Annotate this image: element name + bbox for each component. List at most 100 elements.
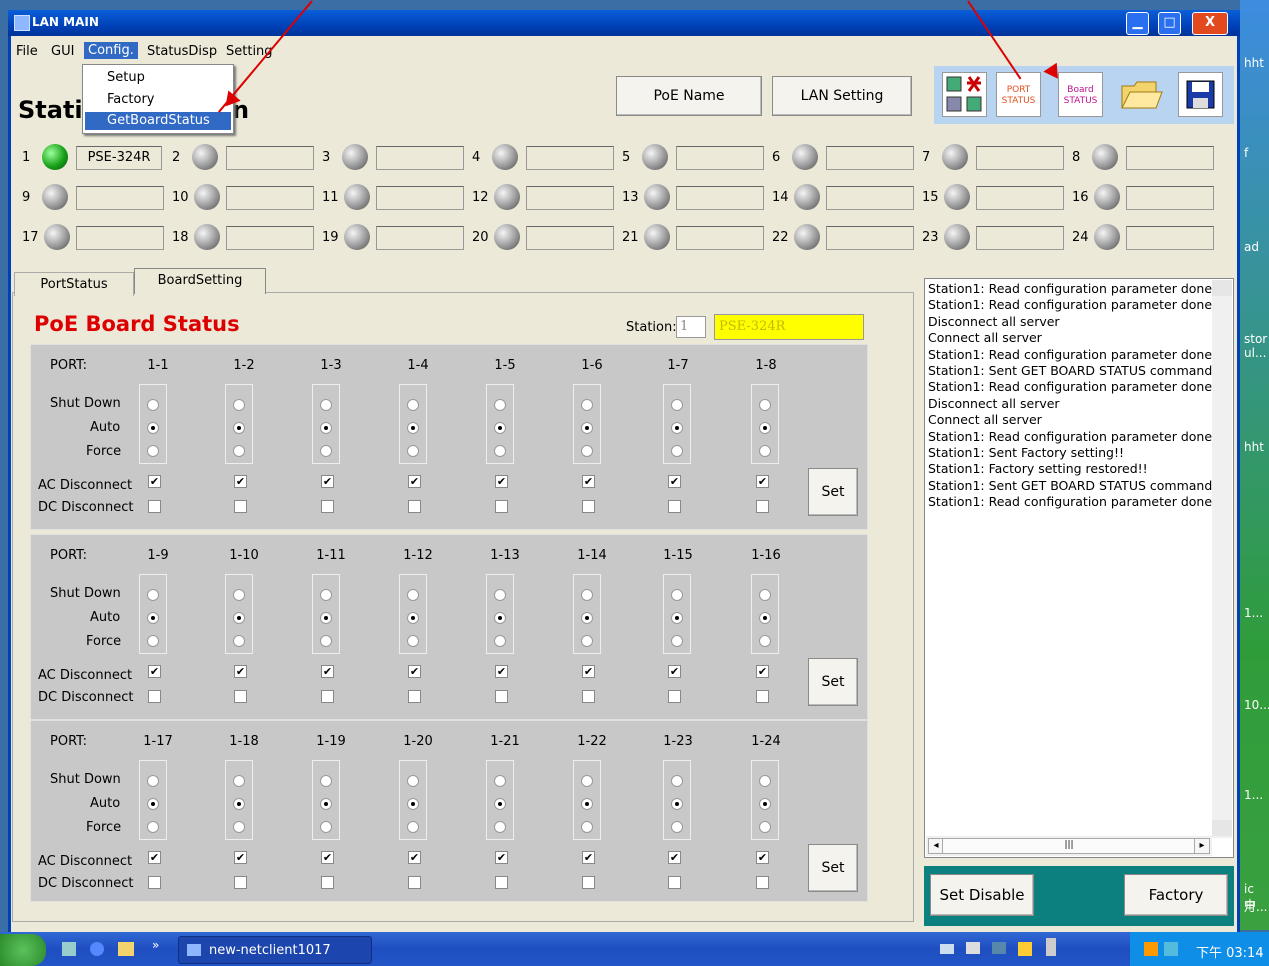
menu-item-factory[interactable]: Factory <box>107 92 155 107</box>
radio-auto[interactable] <box>320 612 332 624</box>
lan-setting-button[interactable]: LAN Setting <box>772 76 912 116</box>
radio-force[interactable] <box>671 445 683 457</box>
save-icon[interactable] <box>1178 72 1223 117</box>
set-disable-button[interactable]: Set Disable <box>930 874 1034 916</box>
station-name-box[interactable] <box>76 186 164 210</box>
station-name-box[interactable] <box>676 226 764 250</box>
radio-force[interactable] <box>320 821 332 833</box>
scroll-right-icon[interactable]: ▸ <box>1194 838 1210 854</box>
ac-disconnect-checkbox[interactable]: ✔ <box>408 851 421 864</box>
radio-force[interactable] <box>581 635 593 647</box>
radio-shut-down[interactable] <box>407 775 419 787</box>
set-button[interactable]: Set <box>808 468 858 516</box>
desktop-icon-label[interactable]: 月... <box>1244 898 1267 915</box>
radio-force[interactable] <box>581 445 593 457</box>
ac-disconnect-checkbox[interactable]: ✔ <box>234 851 247 864</box>
scroll-down-icon[interactable] <box>1212 820 1232 836</box>
ac-disconnect-checkbox[interactable]: ✔ <box>408 475 421 488</box>
menu-config[interactable]: Config. <box>84 42 138 59</box>
radio-auto[interactable] <box>494 798 506 810</box>
station-name-box[interactable] <box>226 226 314 250</box>
radio-auto[interactable] <box>671 422 683 434</box>
ac-disconnect-checkbox[interactable]: ✔ <box>756 851 769 864</box>
menu-item-getboardstatus[interactable]: GetBoardStatus <box>107 113 210 128</box>
station-name-box[interactable] <box>376 186 464 210</box>
ac-disconnect-checkbox[interactable]: ✔ <box>582 475 595 488</box>
taskbar-item[interactable]: new-netclient1017 <box>178 936 372 964</box>
dc-disconnect-checkbox[interactable] <box>495 690 508 703</box>
ac-disconnect-checkbox[interactable]: ✔ <box>495 851 508 864</box>
radio-force[interactable] <box>494 445 506 457</box>
ac-disconnect-checkbox[interactable]: ✔ <box>234 665 247 678</box>
dc-disconnect-checkbox[interactable] <box>668 690 681 703</box>
ac-disconnect-checkbox[interactable]: ✔ <box>234 475 247 488</box>
radio-force[interactable] <box>581 821 593 833</box>
message-log[interactable]: Station1: Read configuration parameter d… <box>924 278 1234 858</box>
start-button[interactable] <box>0 934 46 966</box>
folder-icon[interactable] <box>118 942 134 956</box>
radio-shut-down[interactable] <box>320 589 332 601</box>
dc-disconnect-checkbox[interactable] <box>321 500 334 513</box>
radio-auto[interactable] <box>494 612 506 624</box>
radio-shut-down[interactable] <box>671 775 683 787</box>
open-folder-icon[interactable] <box>1118 72 1163 117</box>
radio-shut-down[interactable] <box>233 399 245 411</box>
dc-disconnect-checkbox[interactable] <box>321 690 334 703</box>
dc-disconnect-checkbox[interactable] <box>756 876 769 889</box>
dc-disconnect-checkbox[interactable] <box>148 876 161 889</box>
station-name-box[interactable] <box>976 146 1064 170</box>
radio-force[interactable] <box>320 445 332 457</box>
radio-auto[interactable] <box>581 612 593 624</box>
radio-shut-down[interactable] <box>759 775 771 787</box>
station-name-box[interactable] <box>526 186 614 210</box>
station-name-box[interactable] <box>226 146 314 170</box>
dc-disconnect-checkbox[interactable] <box>756 500 769 513</box>
minimize-button[interactable]: ▁ <box>1126 12 1149 35</box>
radio-force[interactable] <box>407 445 419 457</box>
radio-shut-down[interactable] <box>147 775 159 787</box>
dc-disconnect-checkbox[interactable] <box>495 876 508 889</box>
radio-shut-down[interactable] <box>759 589 771 601</box>
station-name-box[interactable] <box>1126 146 1214 170</box>
desktop-icon-label[interactable]: f <box>1244 146 1248 160</box>
radio-auto[interactable] <box>581 422 593 434</box>
radio-shut-down[interactable] <box>671 589 683 601</box>
dc-disconnect-checkbox[interactable] <box>408 690 421 703</box>
ac-disconnect-checkbox[interactable]: ✔ <box>148 475 161 488</box>
radio-auto[interactable] <box>407 422 419 434</box>
desktop-icon-label[interactable]: stor <box>1244 332 1267 346</box>
menu-item-setup[interactable]: Setup <box>107 70 145 85</box>
title-bar[interactable]: LAN MAIN ▁ □ X <box>8 10 1240 36</box>
radio-shut-down[interactable] <box>759 399 771 411</box>
station-name-box[interactable] <box>676 146 764 170</box>
radio-force[interactable] <box>320 635 332 647</box>
dc-disconnect-checkbox[interactable] <box>582 690 595 703</box>
radio-shut-down[interactable] <box>233 589 245 601</box>
poe-name-button[interactable]: PoE Name <box>616 76 762 116</box>
station-name-box[interactable]: PSE-324R <box>76 146 162 170</box>
radio-shut-down[interactable] <box>147 589 159 601</box>
ac-disconnect-checkbox[interactable]: ✔ <box>582 851 595 864</box>
radio-force[interactable] <box>233 821 245 833</box>
radio-shut-down[interactable] <box>320 399 332 411</box>
desktop-icon-label[interactable]: hht <box>1244 56 1264 70</box>
radio-force[interactable] <box>494 635 506 647</box>
station-name-box[interactable] <box>826 226 914 250</box>
more-icon[interactable]: » <box>152 938 159 952</box>
tab-portstatus[interactable]: PortStatus <box>14 272 134 296</box>
station-name-box[interactable] <box>976 226 1064 250</box>
desktop-icon-label[interactable]: 1... <box>1244 606 1263 620</box>
board-status-icon[interactable]: Board STATUS <box>1058 72 1103 117</box>
radio-force[interactable] <box>759 635 771 647</box>
network-icon[interactable] <box>942 72 987 117</box>
radio-force[interactable] <box>759 445 771 457</box>
menu-file[interactable]: File <box>16 44 38 59</box>
radio-shut-down[interactable] <box>581 589 593 601</box>
station-name-box[interactable] <box>526 146 614 170</box>
radio-shut-down[interactable] <box>581 399 593 411</box>
help-icon[interactable] <box>1018 942 1032 956</box>
set-button[interactable]: Set <box>808 844 858 892</box>
radio-force[interactable] <box>759 821 771 833</box>
radio-force[interactable] <box>494 821 506 833</box>
radio-auto[interactable] <box>320 422 332 434</box>
